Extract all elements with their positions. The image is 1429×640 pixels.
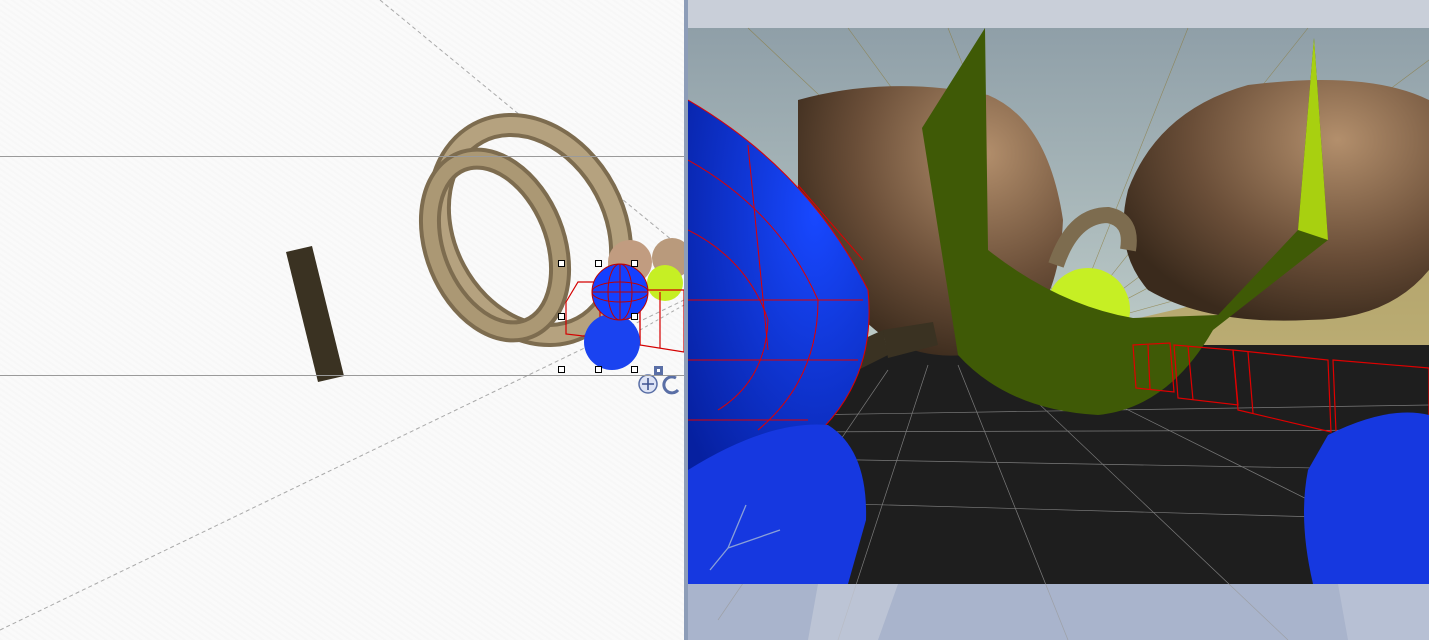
rotate-gizmo-icon[interactable]	[662, 375, 680, 395]
selection-handle[interactable]	[595, 260, 602, 267]
scale-gizmo-icon[interactable]	[654, 366, 663, 375]
left-scene	[0, 0, 684, 631]
perspective-scene	[688, 0, 1429, 640]
sphere-wire	[591, 263, 649, 321]
move-gizmo-icon[interactable]	[638, 374, 658, 394]
guide-dashed-line	[0, 299, 684, 631]
top-letterbox	[688, 0, 1429, 28]
bottom-letterbox	[688, 584, 1429, 640]
selection-handle[interactable]	[558, 260, 565, 267]
selection-handle[interactable]	[595, 366, 602, 373]
right-viewport[interactable]	[688, 0, 1429, 640]
dark-slab-object[interactable]	[286, 246, 344, 382]
selection-handle[interactable]	[631, 366, 638, 373]
yellow-sphere[interactable]	[647, 265, 683, 301]
blue-sphere[interactable]	[584, 314, 640, 370]
selection-handle[interactable]	[558, 313, 565, 320]
reflection-shape	[1338, 584, 1429, 640]
guide-dashed-line	[639, 304, 684, 331]
selection-handle[interactable]	[631, 260, 638, 267]
selection-handle[interactable]	[558, 366, 565, 373]
selection-handle[interactable]	[631, 313, 638, 320]
left-viewport[interactable]	[0, 0, 684, 640]
guide-line-top	[0, 156, 684, 157]
guide-line-bottom	[0, 375, 684, 376]
